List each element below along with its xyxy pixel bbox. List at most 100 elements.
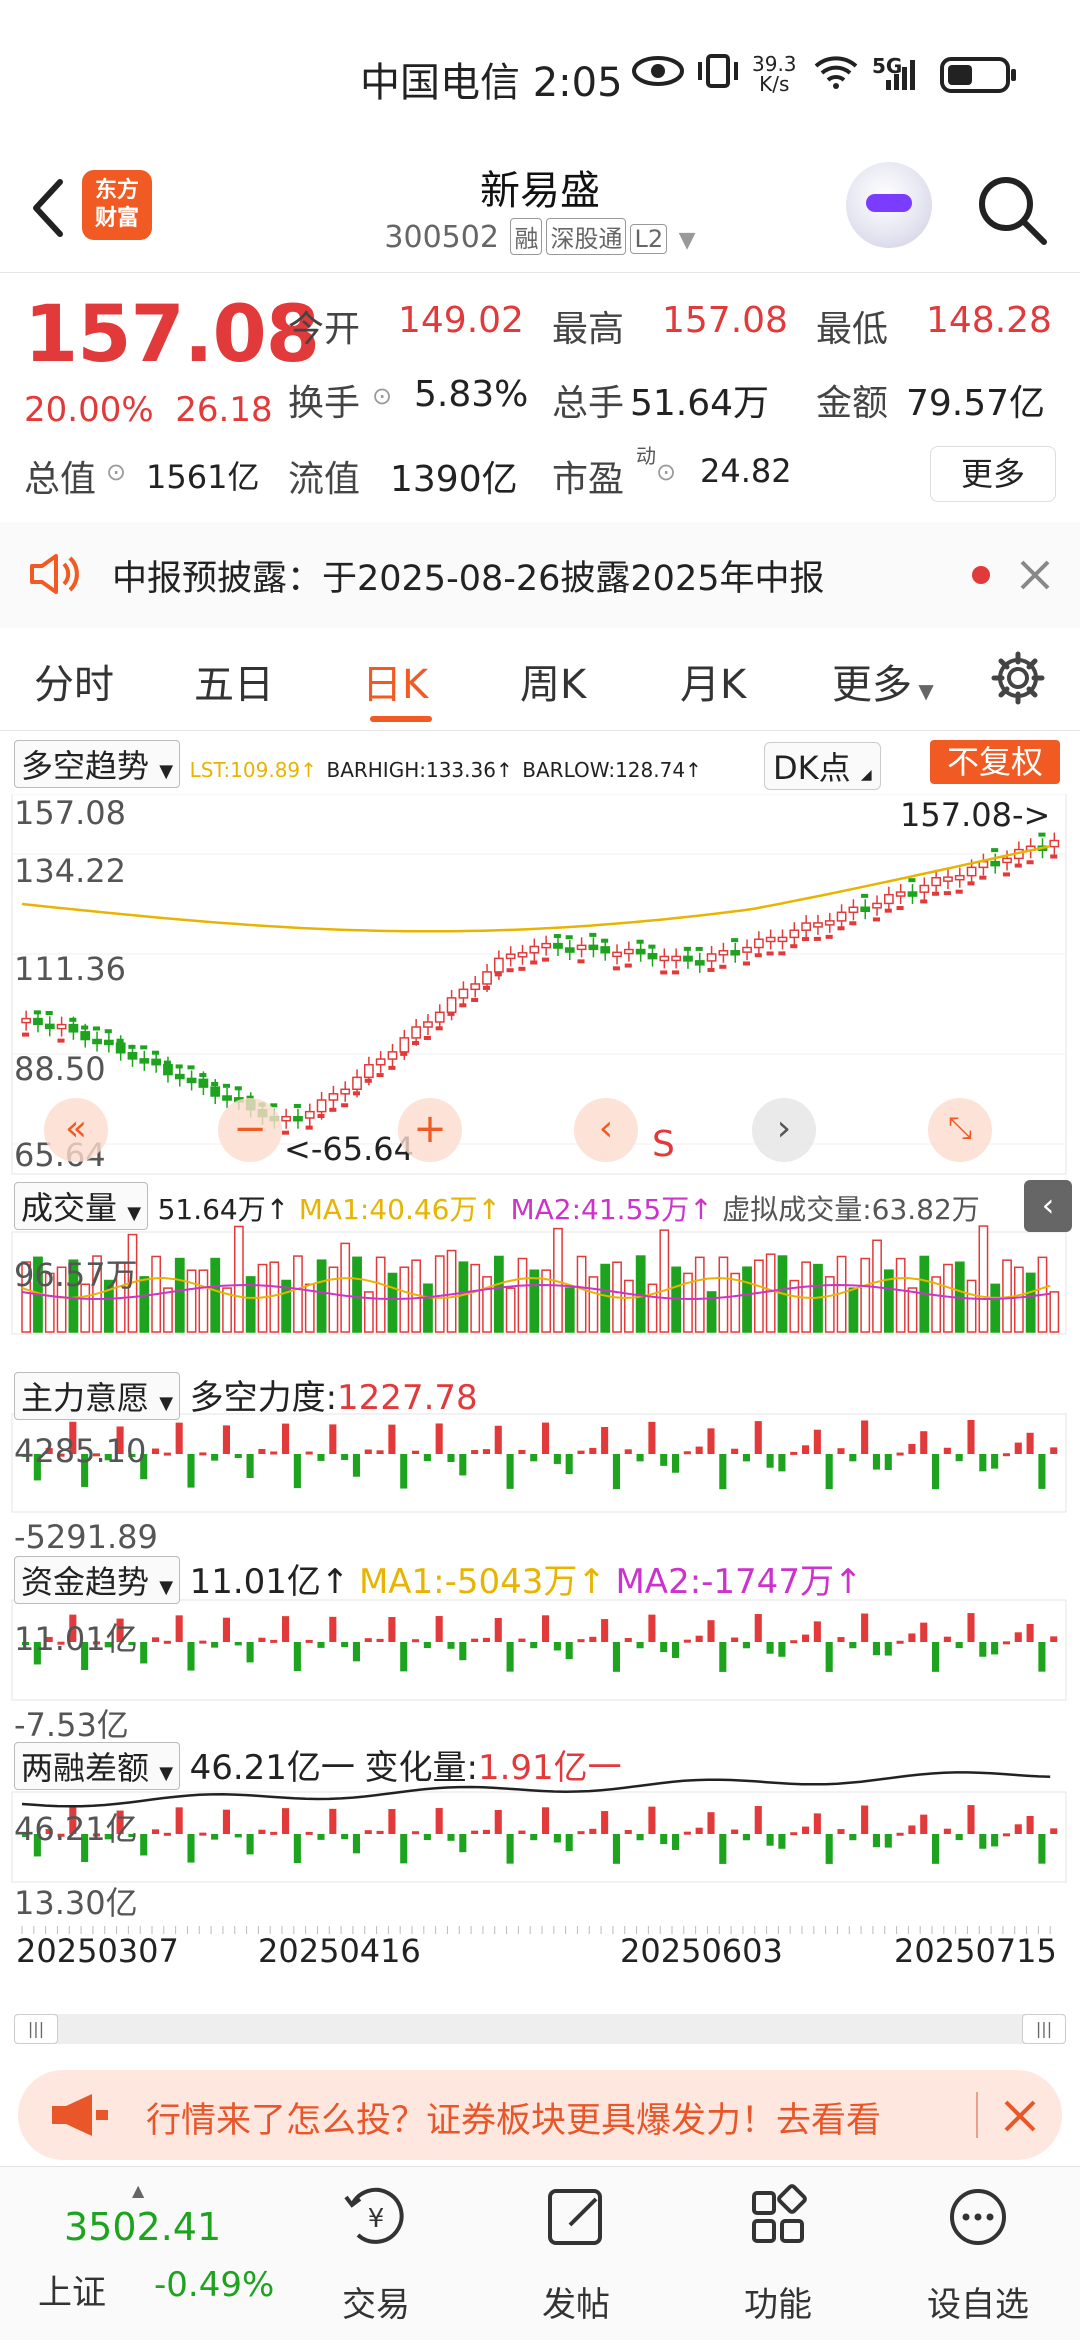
margin-bar (352, 1834, 360, 1854)
scroll-left-button[interactable]: ‹ (574, 1098, 638, 1162)
assistant-robot-icon[interactable] (846, 162, 932, 248)
volume-indicator-row: 成交量 ▼ 51.64万↑ MA1:40.46万↑ MA2:41.55万↑ 虚拟… (14, 1182, 980, 1230)
main-force-bar (754, 1421, 762, 1454)
more-dots-icon (950, 2189, 1006, 2245)
carrier-name: 中国电信 (360, 60, 520, 106)
range-handle-right[interactable]: ||| (1022, 2014, 1066, 2044)
scroll-right-button[interactable]: › (752, 1098, 816, 1162)
nav-post[interactable]: 发帖 (506, 2177, 646, 2325)
trend-marker (672, 970, 680, 975)
volume-bar (210, 1257, 221, 1333)
period-tabs: 分时 五日 日K 周K 月K 更多 ▼ (0, 630, 1080, 730)
trend-marker (660, 970, 668, 975)
candle (446, 997, 457, 1014)
nav-trade[interactable]: ¥ 交易 (306, 2177, 446, 2325)
fund-trend-bar (1050, 1636, 1058, 1642)
fund-trend-bar (282, 1616, 290, 1642)
trend-marker (754, 953, 762, 958)
close-icon[interactable] (1002, 2098, 1038, 2134)
volume-indicator-dropdown[interactable]: 成交量 ▼ (14, 1182, 149, 1230)
fund-trend-dropdown[interactable]: 资金趋势 ▼ (14, 1556, 181, 1604)
fund-trend-y-max: 11.01亿 (14, 1620, 138, 1658)
margin-bar (589, 1828, 597, 1834)
scroll-left-fast-button[interactable]: « (44, 1098, 108, 1162)
margin-bar (400, 1834, 408, 1864)
fund-trend-bar (518, 1638, 526, 1642)
fund-trend-bar (542, 1615, 550, 1642)
main-force-bar (317, 1454, 325, 1461)
zoom-in-button[interactable]: + (398, 1098, 462, 1162)
fund-trend-bar (766, 1642, 774, 1654)
tab-five-day[interactable]: 五日 (194, 652, 274, 710)
margin-value: 46.21亿一 (189, 1748, 355, 1788)
candle (848, 906, 859, 914)
main-force-bar (447, 1454, 455, 1462)
chevron-down-icon[interactable]: ▼ (679, 228, 696, 253)
main-force-bar (459, 1454, 467, 1476)
fund-trend-bar (317, 1642, 325, 1648)
notice-bar[interactable]: 中报预披露：于2025-08-26披露2025年中报 (0, 522, 1080, 628)
gear-icon[interactable] (990, 650, 1046, 706)
close-icon[interactable] (1018, 558, 1052, 592)
trend-marker (601, 938, 609, 943)
battery-icon (940, 57, 1016, 93)
more-quote-button[interactable]: 更多 (930, 446, 1056, 502)
trend-marker (175, 1064, 183, 1069)
trend-marker (1002, 872, 1010, 877)
candle (482, 971, 492, 985)
tab-weekly-k[interactable]: 周K (520, 652, 586, 710)
date-label-4: 20250715 (894, 1932, 1057, 1970)
info-icon[interactable]: ⊙ (372, 382, 392, 410)
fund-trend-bar (376, 1638, 384, 1642)
range-handle-left[interactable]: ||| (14, 2014, 58, 2044)
margin-bar (412, 1831, 420, 1835)
zoom-out-button[interactable]: − (218, 1098, 282, 1162)
tab-more[interactable]: 更多 ▼ (832, 652, 934, 710)
trend-marker (967, 881, 975, 886)
info-icon[interactable]: ⊙ (106, 458, 126, 486)
tab-daily-k[interactable]: 日K (362, 652, 428, 710)
trade-icon: ¥ (344, 2187, 404, 2244)
dk-point-dropdown[interactable]: DK点 ◢ (764, 742, 881, 790)
margin-bar (388, 1809, 396, 1834)
mktcap-value: 1561亿 (146, 458, 260, 496)
kline-indicator-dropdown[interactable]: 多空趋势 ▼ (14, 740, 181, 788)
index-widget[interactable]: ▲ 3502.41 上证 -0.49% (14, 2181, 304, 2331)
turnover-label: 换手 (288, 383, 361, 424)
fund-trend-bar (199, 1640, 207, 1644)
info-icon[interactable]: ⊙ (656, 458, 676, 486)
index-name: 上证 (38, 2273, 106, 2313)
margin-bar (1026, 1815, 1034, 1834)
fund-trend-bar (352, 1642, 360, 1662)
margin-bar (553, 1834, 561, 1843)
promo-banner[interactable]: 行情来了怎么投？证券板块更具爆发力！去看看 (18, 2070, 1062, 2160)
collapse-panel-icon[interactable]: ‹ (1024, 1180, 1072, 1232)
main-force-bar (565, 1454, 573, 1475)
fund-trend-bar (908, 1633, 916, 1642)
main-force-bar (152, 1448, 160, 1454)
main-force-bar (872, 1454, 880, 1470)
main-force-dropdown[interactable]: 主力意愿 ▼ (14, 1372, 181, 1420)
range-scrollbar[interactable]: ||| ||| (14, 2014, 1066, 2044)
trend-marker (849, 921, 857, 926)
fund-trend-bar (813, 1621, 821, 1642)
volume-bar (895, 1257, 906, 1333)
fullscreen-icon[interactable]: ⤡ (928, 1098, 992, 1162)
ma-line (21, 844, 1051, 933)
candle (801, 922, 812, 931)
nav-add-watchlist[interactable]: 设自选 (908, 2177, 1048, 2325)
candle (553, 942, 563, 949)
margin-dropdown[interactable]: 两融差额 ▼ (14, 1742, 181, 1790)
panel-frame (11, 1413, 1067, 1513)
fund-trend-bar (530, 1642, 538, 1649)
margin-bar (423, 1834, 431, 1841)
volume-bar (482, 1276, 492, 1333)
nav-functions[interactable]: 功能 (708, 2177, 848, 2325)
trend-marker (802, 937, 810, 942)
adjustment-button[interactable]: 不复权 (930, 740, 1060, 784)
kline-indicator-row: 多空趋势 ▼ LST:109.89↑ BARHIGH:133.36↑ BARLO… (14, 740, 702, 788)
tab-intraday[interactable]: 分时 (34, 652, 114, 710)
main-force-bar (376, 1450, 384, 1454)
tab-monthly-k[interactable]: 月K (680, 652, 746, 710)
search-icon[interactable] (972, 170, 1052, 250)
